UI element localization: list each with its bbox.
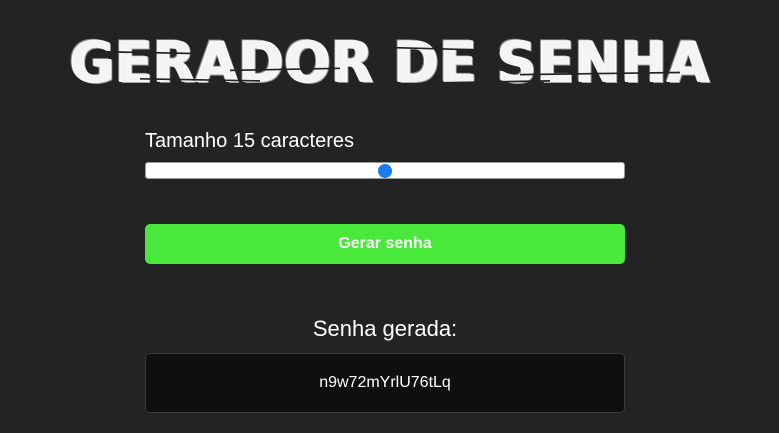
generate-password-button[interactable]: Gerar senha [145, 224, 625, 264]
length-slider[interactable] [145, 162, 625, 179]
result-title: Senha gerada: [312, 316, 458, 341]
app-title: GERADOR DE SENHA [69, 28, 711, 96]
length-label: Tamanho 15 caracteres [145, 130, 355, 152]
app-title-logo: GERADOR DE SENHA [70, 28, 709, 95]
slider-thumb[interactable] [378, 163, 392, 178]
generated-password: n9w72mYrlU76tLq [319, 374, 451, 391]
generated-password-box[interactable]: n9w72mYrlU76tLq [145, 353, 625, 413]
